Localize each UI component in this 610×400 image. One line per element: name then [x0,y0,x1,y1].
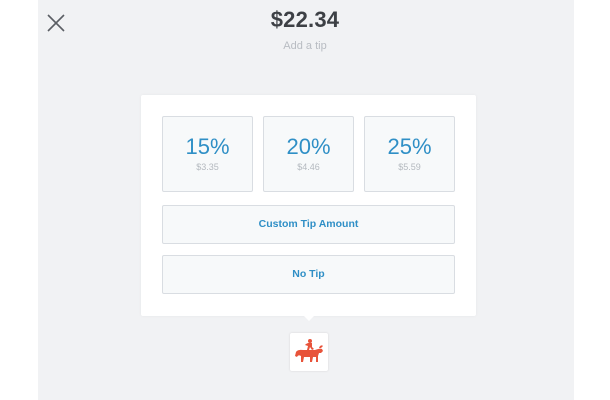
tip-amount: $4.46 [297,162,320,172]
custom-tip-button[interactable]: Custom Tip Amount [162,205,455,244]
tip-20-button[interactable]: 20% $4.46 [263,116,354,192]
tip-percent: 25% [387,134,432,159]
tip-percent: 15% [185,134,230,159]
tip-25-button[interactable]: 25% $5.59 [364,116,455,192]
add-tip-subtitle: Add a tip [283,40,327,52]
tip-percent: 20% [286,134,331,159]
card-pointer [302,314,316,321]
bull-rider-logo-icon [295,339,323,362]
tip-amount: $3.35 [196,162,219,172]
no-tip-button[interactable]: No Tip [162,255,455,294]
tip-15-button[interactable]: 15% $3.35 [162,116,253,192]
total-amount: $22.34 [270,7,340,32]
merchant-logo [290,333,328,371]
tip-amount: $5.59 [398,162,421,172]
